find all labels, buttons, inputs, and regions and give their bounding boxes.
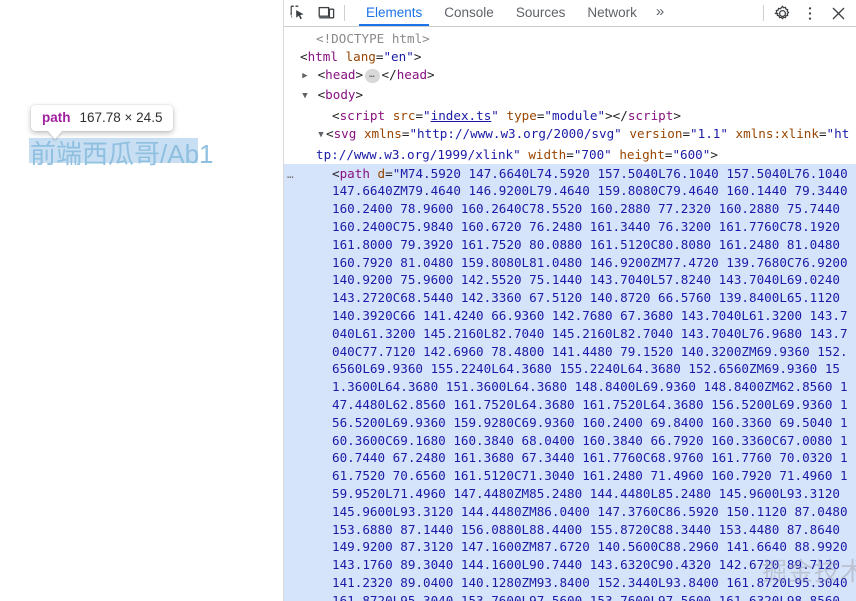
tooltip-arrow-icon: [48, 131, 62, 139]
script-src-link[interactable]: index.ts: [431, 108, 492, 123]
html-lang-attr: lang: [345, 48, 376, 64]
toolbar-divider: [344, 5, 345, 21]
device-toolbar-icon[interactable]: [312, 0, 340, 26]
tooltip-dimensions: 167.78 × 24.5: [79, 110, 163, 125]
svg-version-attr: version: [629, 125, 683, 141]
html-lang-value: "en": [383, 48, 414, 64]
element-inspect-tooltip: path 167.78 × 24.5: [31, 105, 174, 131]
toolbar-divider-right: [763, 5, 764, 21]
more-vertical-icon[interactable]: [796, 0, 824, 26]
body-tag-name: body: [325, 87, 356, 103]
tab-elements[interactable]: Elements: [355, 0, 433, 26]
tooltip-tag-name: path: [42, 110, 71, 125]
path-tag-name: path: [339, 165, 370, 181]
svg-width-attr: width: [528, 146, 567, 162]
dom-node-svg[interactable]: <svg xmlns="http://www.w3.org/2000/svg" …: [284, 125, 856, 164]
svg-height-value: "600": [672, 146, 711, 162]
svg-xmlns-attr: xmlns: [363, 125, 402, 141]
script-tag-name: script: [339, 108, 386, 124]
script-type-attr: type: [506, 108, 537, 124]
path-d-attr: d: [377, 165, 386, 181]
tab-network[interactable]: Network: [576, 0, 648, 26]
script-close-tag-name: script: [627, 108, 674, 124]
devtools-tabs: Elements Console Sources Network »: [355, 0, 672, 26]
devtools-panel: Elements Console Sources Network » <!DOC…: [284, 0, 856, 601]
doctype-text: <!DOCTYPE html>: [316, 31, 430, 46]
dom-node-html[interactable]: <html lang="en">: [284, 48, 856, 66]
html-tag-name: html: [307, 48, 338, 64]
svg-xmlns-value: "http://www.w3.org/2000/svg": [409, 125, 622, 141]
screenshot-root: 前端西瓜哥/Ab1 path 167.78 × 24.5 Elements Co…: [0, 0, 856, 601]
dom-node-head[interactable]: <head>…</head>: [284, 66, 856, 87]
svg-tag-name: svg: [333, 125, 357, 141]
head-tag-name: head: [325, 66, 356, 82]
close-icon[interactable]: [824, 0, 852, 26]
tabs-overflow-icon[interactable]: »: [648, 0, 672, 26]
toolbar-right-group: [759, 0, 856, 26]
head-close-tag-name: head: [396, 66, 428, 82]
dom-node-doctype[interactable]: <!DOCTYPE html>: [284, 30, 856, 48]
collapsed-content-ellipsis[interactable]: …: [365, 68, 380, 83]
dom-node-path-selected[interactable]: … <path d="M74.5920 147.6640L74.5920 157.…: [284, 163, 856, 601]
svg-height-attr: height: [619, 146, 665, 162]
collapse-triangle-icon-body[interactable]: [300, 88, 310, 106]
svg-path-text[interactable]: 前端西瓜哥/Ab1: [30, 139, 214, 169]
svg-version-value: "1.1": [690, 125, 728, 141]
path-d-value: M74.5920 147.6640L74.5920 157.5040L76.10…: [332, 165, 848, 601]
devtools-toolbar: Elements Console Sources Network »: [284, 0, 856, 27]
dom-node-body[interactable]: <body>: [284, 86, 856, 107]
svg-width-value: "700": [573, 146, 612, 162]
dom-tree[interactable]: <!DOCTYPE html> <html lang="en"> <head>……: [284, 27, 856, 601]
dom-node-script[interactable]: <script src="index.ts" type="module"></s…: [284, 107, 856, 125]
script-type-value: "module": [544, 108, 606, 124]
collapse-triangle-icon-svg[interactable]: [316, 127, 326, 145]
gear-icon[interactable]: [768, 0, 796, 26]
expand-triangle-icon-head[interactable]: [300, 68, 310, 86]
inspect-element-icon[interactable]: [284, 0, 312, 26]
rendered-page-viewport[interactable]: 前端西瓜哥/Ab1 path 167.78 × 24.5: [0, 0, 284, 601]
svg-xlink-attr: xmlns:xlink: [735, 125, 819, 141]
script-src-attr: src: [392, 108, 416, 124]
tab-sources[interactable]: Sources: [505, 0, 577, 26]
gutter-ellipsis-icon[interactable]: …: [287, 166, 295, 184]
tab-console[interactable]: Console: [433, 0, 505, 26]
